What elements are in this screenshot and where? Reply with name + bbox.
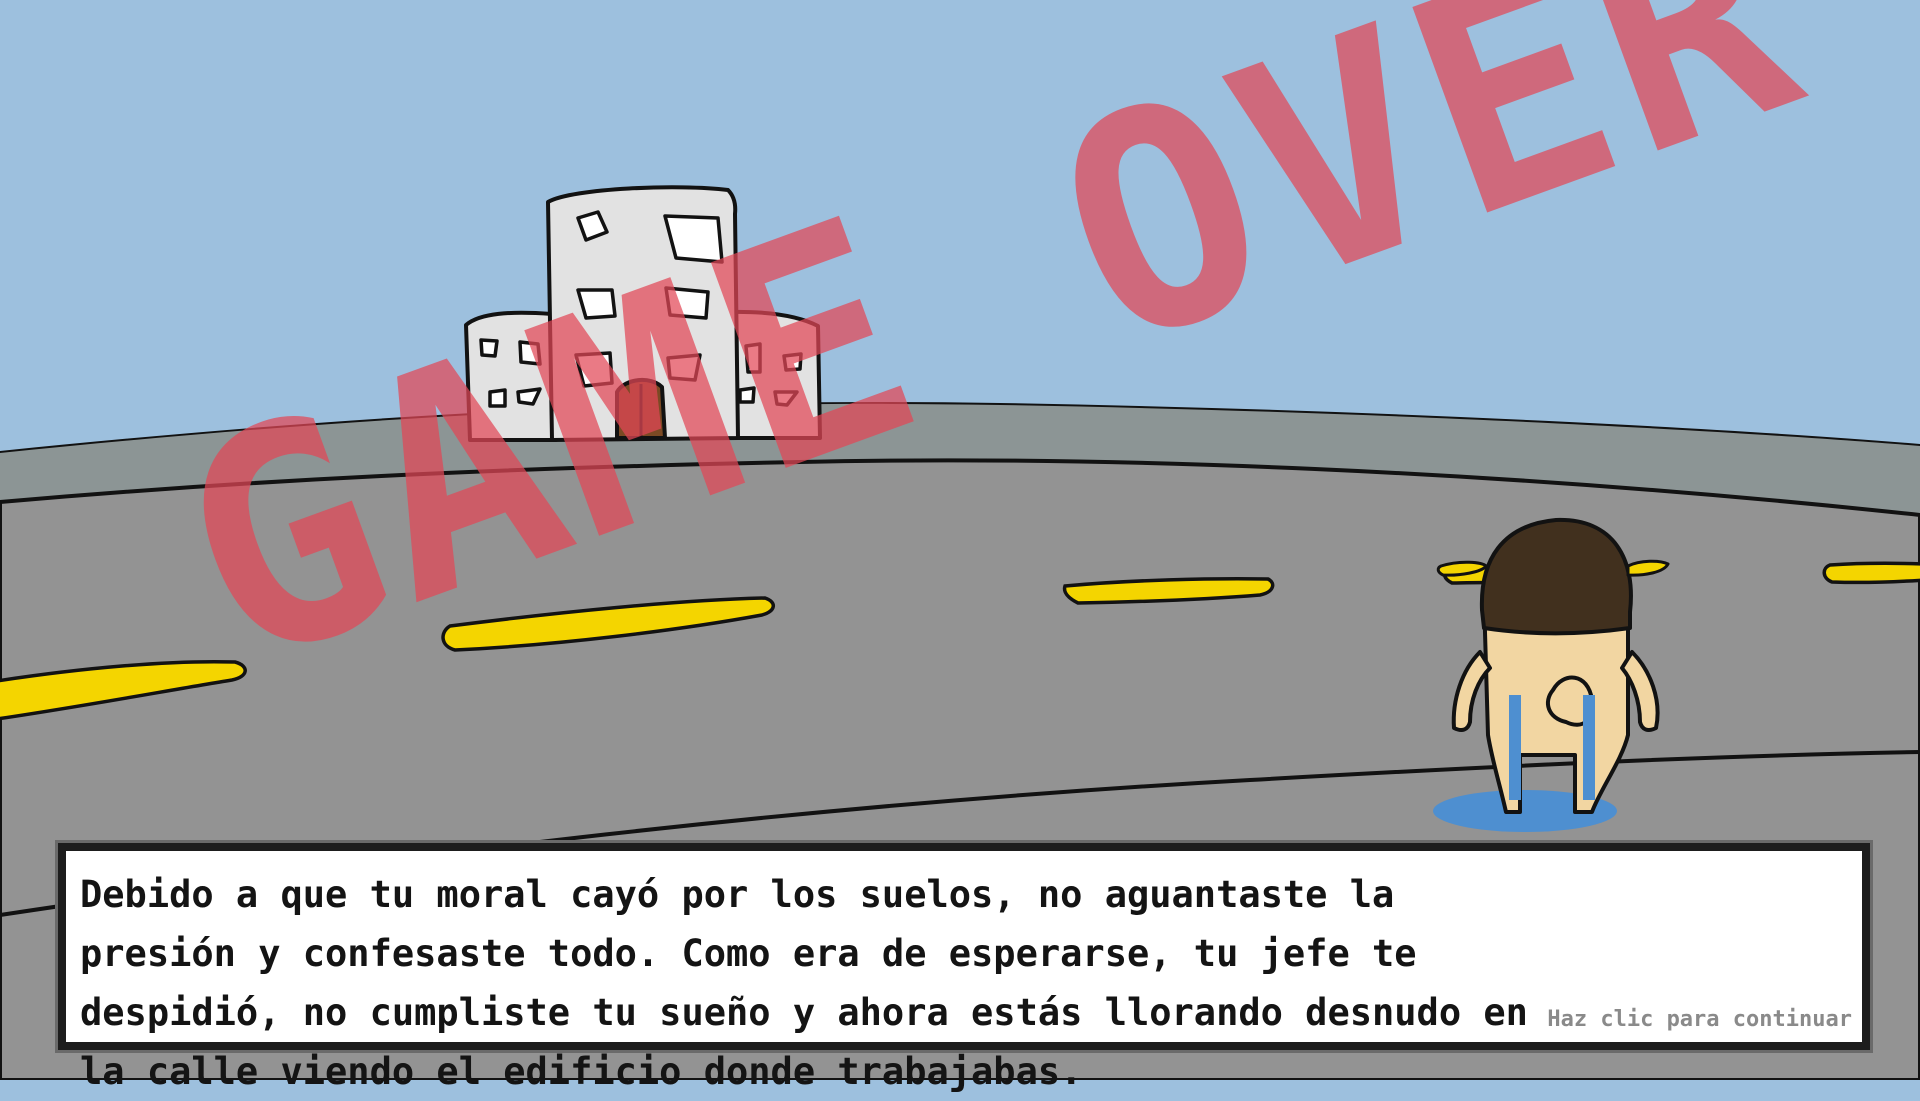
continue-hint[interactable]: Haz clic para continuar <box>1547 1007 1852 1032</box>
window <box>782 352 803 372</box>
window <box>488 388 507 408</box>
tear-stream <box>1583 695 1595 800</box>
window <box>666 353 702 382</box>
window <box>664 286 710 320</box>
lane-marking <box>1822 561 1920 585</box>
window <box>744 342 762 374</box>
window <box>479 338 499 358</box>
window <box>574 351 614 388</box>
window <box>518 340 542 366</box>
window <box>576 288 617 320</box>
window <box>663 214 724 264</box>
window <box>738 386 756 404</box>
building-left-wing <box>464 310 558 442</box>
tear-stream <box>1509 695 1521 800</box>
dialog-box[interactable]: Debido a que tu moral cayó por los suelo… <box>58 843 1870 1093</box>
dialog-text: Debido a que tu moral cayó por los suelo… <box>80 873 1528 1093</box>
